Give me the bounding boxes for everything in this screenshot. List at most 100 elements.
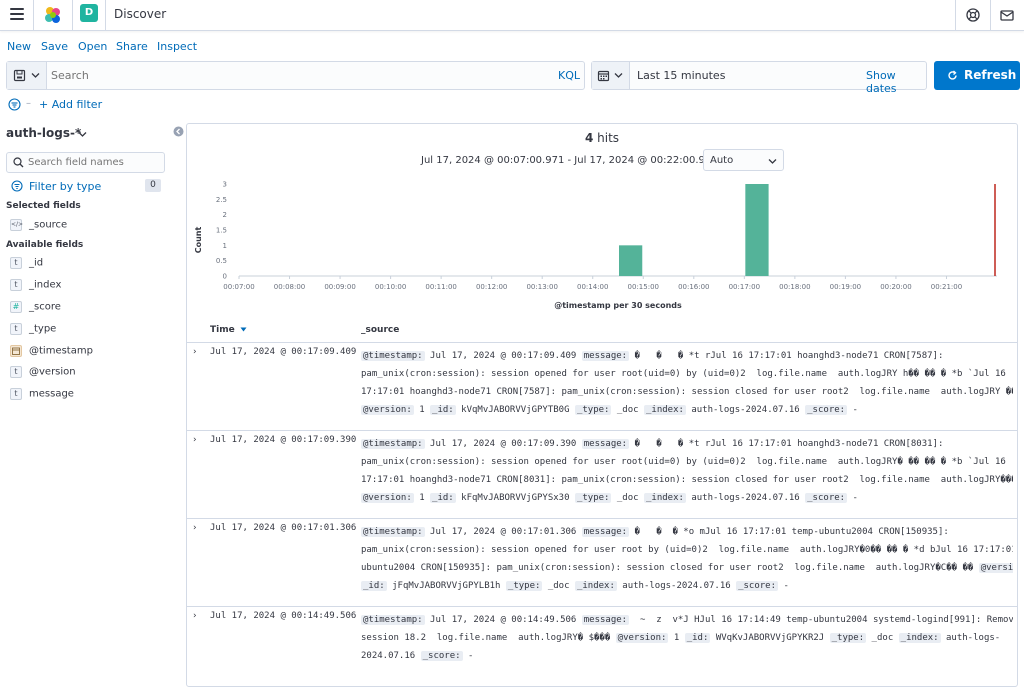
x-axis-ticks: 00:07:00 00:08:00 00:09:00 00:10:00 00:11:00… bbox=[223, 276, 962, 291]
field-value: pam_unix(cron:session): session opened f… bbox=[361, 457, 1006, 467]
field-key: _score: bbox=[420, 651, 463, 661]
add-filter-button[interactable]: + Add filter bbox=[39, 98, 102, 111]
expand-row-icon[interactable]: › bbox=[193, 435, 197, 445]
elastic-logo-icon[interactable] bbox=[43, 5, 63, 25]
field-value: � � � *o mJul 16 17:17:01 temp-ubuntu200… bbox=[629, 527, 949, 537]
filter-count-badge: 0 bbox=[145, 179, 161, 192]
field-key: _score: bbox=[736, 581, 779, 591]
sort-descending-icon[interactable] bbox=[240, 327, 247, 332]
help-icon[interactable] bbox=[965, 7, 981, 23]
filter-separator: – bbox=[26, 98, 31, 109]
y-tick-label: 1 bbox=[223, 242, 227, 250]
y-axis-ticks: 0 0.5 1 1.5 2 2.5 3 bbox=[216, 181, 227, 281]
search-input[interactable] bbox=[51, 66, 511, 85]
histogram-chart[interactable]: Count 00.511.522.53 00:07:00 00:08:00 00:0… bbox=[187, 176, 1017, 318]
divider bbox=[33, 0, 34, 30]
field-value: auth-logs-2024.07.16 bbox=[685, 493, 806, 503]
filter-type-icon bbox=[11, 180, 23, 192]
kql-toggle[interactable]: KQL bbox=[558, 69, 580, 82]
row-source: @timestamp: Jul 17, 2024 @ 00:14:49.506 … bbox=[361, 611, 1013, 665]
menu-new[interactable]: New bbox=[7, 40, 31, 53]
field-value: kVqMvJABORVVjGPYTB0G bbox=[455, 405, 575, 415]
source-line: @version: 1 _id: kFqMvJABORVVjGPYSx30 _t… bbox=[361, 489, 1013, 507]
saved-query-button[interactable] bbox=[7, 62, 47, 89]
index-pattern-title[interactable]: auth-logs-* bbox=[6, 126, 81, 140]
field-value: - bbox=[462, 651, 474, 661]
table-row[interactable]: › Jul 17, 2024 @ 00:17:09.409 @timestamp: … bbox=[187, 342, 1017, 430]
field-key: _id: bbox=[684, 633, 711, 643]
source-line: session 18.2 log.file.name auth.logJRY� … bbox=[361, 629, 1013, 647]
string-type-icon: t bbox=[10, 323, 22, 335]
field-key: _type: bbox=[574, 405, 612, 415]
y-tick-label: 2.5 bbox=[216, 196, 227, 204]
table-row[interactable]: › Jul 17, 2024 @ 00:17:01.306 @timestamp: … bbox=[187, 518, 1017, 606]
source-line: @timestamp: Jul 17, 2024 @ 00:17:01.306 … bbox=[361, 523, 1013, 541]
field-value: 17:17:01 hoanghd3-node71 CRON[7587]: pam… bbox=[361, 387, 1013, 397]
mail-icon[interactable] bbox=[999, 7, 1015, 23]
field-item-timestamp[interactable]: @timestamp bbox=[10, 345, 93, 363]
y-tick-label: 3 bbox=[223, 181, 227, 189]
filter-icon[interactable] bbox=[8, 98, 21, 111]
date-type-icon bbox=[10, 345, 22, 357]
refresh-button[interactable]: Refresh bbox=[934, 61, 1020, 90]
field-item-message[interactable]: t message bbox=[10, 388, 74, 406]
menu-open[interactable]: Open bbox=[78, 40, 107, 53]
x-axis-label: @timestamp per 30 seconds bbox=[554, 301, 682, 310]
field-value: Jul 17, 2024 @ 00:17:09.409 bbox=[424, 351, 582, 361]
field-item-index[interactable]: t _index bbox=[10, 279, 61, 297]
field-key: @timestamp: bbox=[361, 439, 425, 449]
save-query-icon bbox=[13, 69, 26, 82]
code-icon: </> bbox=[10, 219, 23, 231]
y-axis-label: Count bbox=[194, 227, 203, 254]
field-value: _doc bbox=[866, 633, 899, 643]
source-line: 17:17:01 hoanghd3-node71 CRON[8031]: pam… bbox=[361, 471, 1013, 489]
table-row[interactable]: › Jul 17, 2024 @ 00:17:09.390 @timestamp: … bbox=[187, 430, 1017, 518]
x-tick-label: 00:16:00 bbox=[678, 283, 709, 291]
field-key: message: bbox=[581, 439, 630, 449]
field-value: Jul 17, 2024 @ 00:17:09.390 bbox=[424, 439, 582, 449]
chevron-down-icon[interactable] bbox=[78, 131, 87, 138]
table-row[interactable]: › Jul 17, 2024 @ 00:14:49.506 @timestamp: … bbox=[187, 606, 1017, 688]
expand-row-icon[interactable]: › bbox=[193, 611, 197, 621]
filter-by-type-button[interactable]: Filter by type bbox=[29, 180, 101, 193]
interval-select[interactable]: Auto bbox=[703, 149, 784, 171]
field-value: _doc bbox=[611, 405, 644, 415]
time-range-label[interactable]: Last 15 minutes bbox=[637, 69, 725, 82]
y-tick-label: 1.5 bbox=[216, 227, 227, 235]
field-item-version[interactable]: t @version bbox=[10, 366, 76, 384]
x-tick-label: 00:13:00 bbox=[526, 283, 557, 291]
chevron-down-icon bbox=[31, 73, 40, 78]
field-value: auth-logs- bbox=[940, 633, 1001, 643]
field-item-id[interactable]: t _id bbox=[10, 257, 43, 275]
field-value: ubuntu2004 CRON[150935]: pam_unix(cron:s… bbox=[361, 563, 979, 573]
expand-row-icon[interactable]: › bbox=[193, 523, 197, 533]
field-key: @version: bbox=[615, 633, 669, 643]
divider bbox=[72, 0, 73, 30]
show-dates-link[interactable]: Show dates bbox=[866, 69, 926, 95]
column-header-time[interactable]: Time bbox=[210, 325, 247, 335]
source-line: 2024.07.16 _score: - bbox=[361, 647, 1013, 665]
menu-save[interactable]: Save bbox=[41, 40, 68, 53]
row-source: @timestamp: Jul 17, 2024 @ 00:17:09.390 … bbox=[361, 435, 1013, 507]
field-item-source[interactable]: </> _source bbox=[10, 219, 67, 237]
field-value: - bbox=[847, 405, 858, 415]
x-tick-label: 00:12:00 bbox=[476, 283, 507, 291]
string-type-icon: t bbox=[10, 366, 22, 378]
quick-select-button[interactable] bbox=[592, 62, 630, 89]
field-item-score[interactable]: # _score bbox=[10, 301, 61, 319]
expand-row-icon[interactable]: › bbox=[193, 347, 197, 357]
field-value: auth-logs-2024.07.16 bbox=[685, 405, 806, 415]
menu-inspect[interactable]: Inspect bbox=[157, 40, 197, 53]
field-search-input[interactable] bbox=[28, 155, 158, 170]
y-tick-label: 0.5 bbox=[216, 257, 227, 265]
menu-icon[interactable] bbox=[10, 8, 24, 22]
field-key: _index: bbox=[898, 633, 941, 643]
menu-share[interactable]: Share bbox=[116, 40, 148, 53]
field-value: auth-logs-2024.07.16 bbox=[616, 581, 737, 591]
field-key: _index: bbox=[643, 493, 686, 503]
field-item-type[interactable]: t _type bbox=[10, 323, 56, 341]
string-type-icon: t bbox=[10, 388, 22, 400]
collapse-sidebar-icon[interactable] bbox=[173, 126, 184, 137]
field-key: _index: bbox=[574, 581, 617, 591]
space-avatar[interactable]: D bbox=[80, 4, 98, 22]
